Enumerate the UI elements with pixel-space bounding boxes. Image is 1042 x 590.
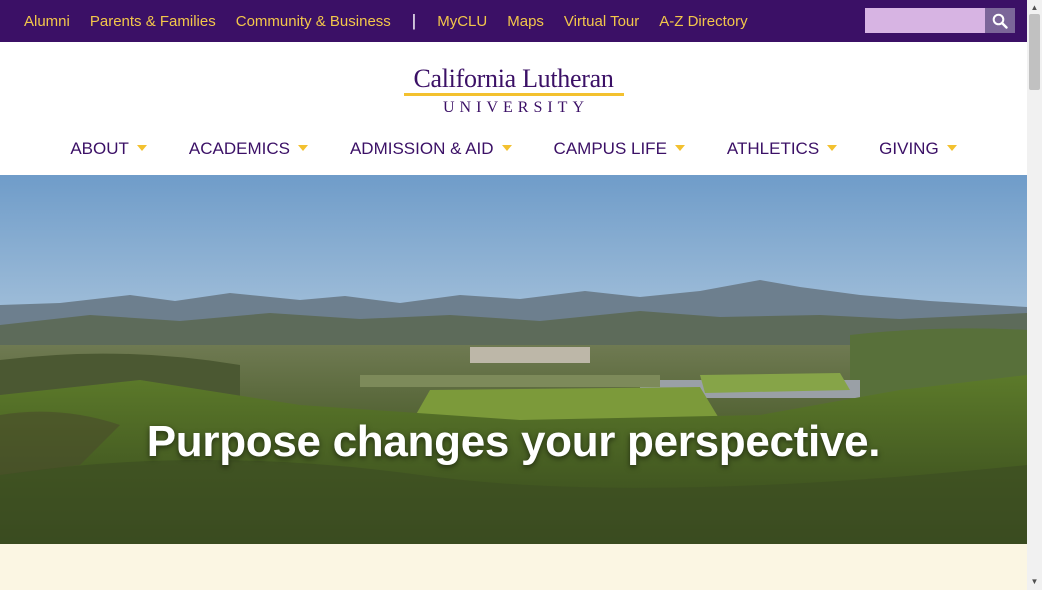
utility-link-community-business[interactable]: Community & Business — [226, 13, 401, 30]
search-icon — [992, 13, 1008, 29]
search-input[interactable] — [865, 8, 985, 33]
nav-item-label: ADMISSION & AID — [349, 139, 494, 158]
caret-down-icon — [501, 145, 512, 151]
search-form — [865, 8, 1015, 33]
logo-name: California Lutheran — [413, 64, 614, 93]
scroll-up-icon[interactable]: ▲ — [1027, 2, 1042, 14]
logo-divider — [403, 93, 624, 96]
utility-link-virtual-tour[interactable]: Virtual Tour — [554, 13, 649, 30]
nav-item-athletics[interactable]: ATHLETICS — [726, 133, 838, 165]
caret-down-icon — [946, 145, 957, 151]
page-scrollbar[interactable]: ▲ ▼ — [1027, 0, 1042, 590]
nav-item-admission-aid[interactable]: ADMISSION & AID — [350, 133, 512, 165]
caret-down-icon — [827, 145, 838, 151]
utility-nav: Alumni Parents & Families Community & Bu… — [14, 0, 758, 42]
hero-banner — [0, 175, 1027, 544]
nav-item-label: ACADEMICS — [188, 139, 290, 158]
nav-item-label: ABOUT — [70, 139, 129, 158]
nav-item-academics[interactable]: ACADEMICS — [189, 133, 308, 165]
hero-landscape-image — [0, 175, 1027, 544]
nav-item-label: ATHLETICS — [726, 139, 820, 158]
utility-link-alumni[interactable]: Alumni — [14, 13, 80, 30]
search-button[interactable] — [985, 8, 1015, 33]
utility-link-myclu[interactable]: MyCLU — [427, 13, 497, 30]
logo-subtitle: UNIVERSITY — [443, 99, 589, 116]
scroll-down-icon[interactable]: ▼ — [1027, 576, 1042, 588]
utility-link-az-directory[interactable]: A-Z Directory — [649, 13, 757, 30]
content-section — [0, 544, 1027, 590]
caret-down-icon — [136, 145, 147, 151]
caret-down-icon — [674, 145, 685, 151]
hero-headline: Purpose changes your perspective. — [146, 417, 881, 466]
utility-link-parents-families[interactable]: Parents & Families — [80, 13, 226, 30]
nav-item-label: CAMPUS LIFE — [553, 139, 667, 158]
utility-bar: Alumni Parents & Families Community & Bu… — [0, 0, 1027, 42]
main-nav: ABOUT ACADEMICS ADMISSION & AID CAMPUS L… — [0, 133, 1027, 165]
utility-separator: | — [411, 11, 417, 30]
nav-item-about[interactable]: ABOUT — [70, 133, 147, 165]
university-logo[interactable]: California Lutheran UNIVERSITY — [0, 66, 1027, 116]
caret-down-icon — [297, 145, 308, 151]
utility-link-maps[interactable]: Maps — [497, 13, 554, 30]
nav-item-label: GIVING — [879, 139, 939, 158]
nav-item-campus-life[interactable]: CAMPUS LIFE — [554, 133, 685, 165]
nav-item-giving[interactable]: GIVING — [879, 133, 957, 165]
page: Alumni Parents & Families Community & Bu… — [0, 0, 1027, 590]
scrollbar-thumb[interactable] — [1029, 14, 1040, 90]
